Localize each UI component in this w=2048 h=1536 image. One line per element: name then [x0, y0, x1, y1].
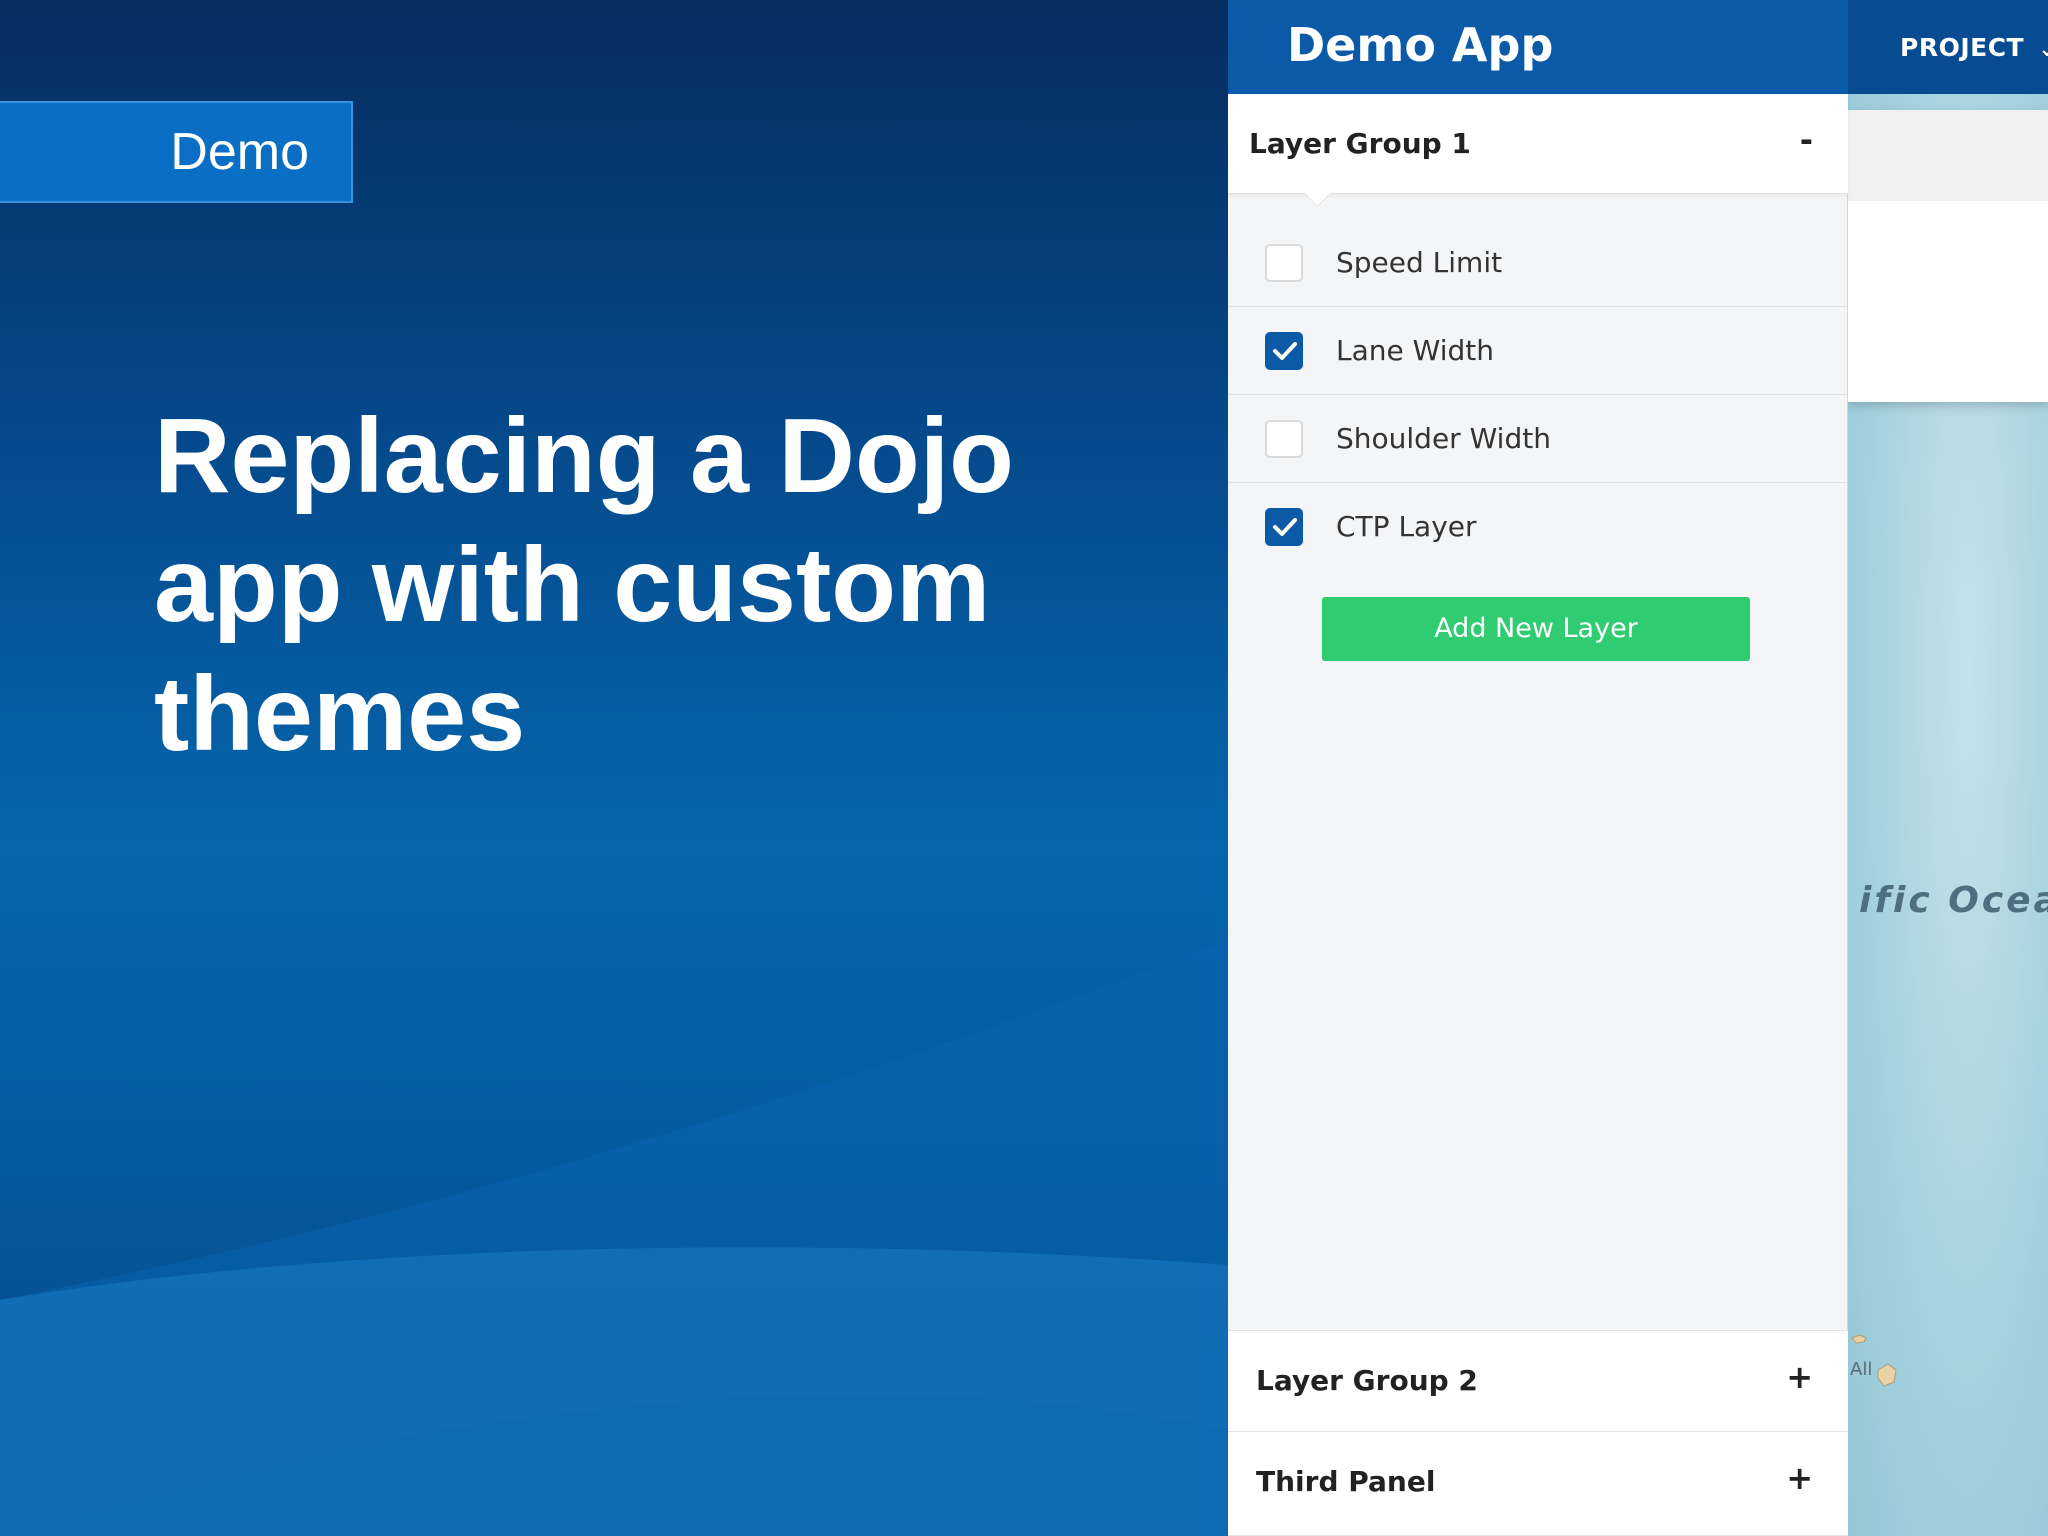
project-dropdown-menu: Ne Sa C: [1848, 110, 2048, 402]
layer-name: Lane Width: [1336, 334, 1494, 367]
dropdown-item-new[interactable]: Ne: [1848, 110, 2048, 201]
speed-limit-checkbox[interactable]: [1265, 244, 1303, 282]
layer-group-2-label: Layer Group 2: [1256, 1364, 1478, 1397]
caret-pointer: [1304, 180, 1331, 207]
layer-row-speed-limit[interactable]: Speed Limit: [1228, 219, 1848, 307]
slide-title: Replacing a Dojo app with custom themes: [154, 397, 1014, 773]
lane-width-checkbox[interactable]: [1265, 332, 1303, 370]
app-header: Demo App PROJECT ⌄: [1228, 0, 2048, 94]
dropdown-item-close[interactable]: C: [1848, 292, 2048, 383]
app-title: Demo App: [1287, 18, 1554, 72]
project-menu-button[interactable]: PROJECT ⌄: [1900, 28, 2048, 70]
third-panel-header[interactable]: Third Panel +: [1228, 1431, 1848, 1536]
project-menu-label: PROJECT: [1900, 33, 2025, 62]
expand-icon[interactable]: +: [1786, 1458, 1813, 1498]
map-ocean-label: ific Ocean: [1859, 880, 2048, 921]
layer-row-lane-width[interactable]: Lane Width: [1228, 307, 1848, 395]
layer-name: CTP Layer: [1336, 510, 1477, 543]
hawaii-islands-map-feature: All: [1850, 1334, 1897, 1387]
layer-group-1-label: Layer Group 1: [1249, 127, 1471, 160]
demo-tag: Demo: [0, 101, 353, 203]
collapse-icon[interactable]: -: [1800, 120, 1813, 160]
checkmark-icon: [1273, 342, 1297, 360]
expand-icon[interactable]: +: [1786, 1357, 1813, 1397]
layer-group-2-header[interactable]: Layer Group 2 +: [1228, 1330, 1848, 1432]
layer-sidebar: Layer Group 1 - Speed Limit Lane Width S…: [1228, 94, 1848, 1536]
map-small-label: All: [1850, 1359, 1872, 1380]
checkmark-icon: [1273, 518, 1297, 536]
third-panel-label: Third Panel: [1256, 1465, 1436, 1498]
app-screenshot: ific Ocean All Demo App PROJECT ⌄ Ne Sa C…: [1228, 0, 2048, 1536]
add-new-layer-button[interactable]: Add New Layer: [1322, 597, 1750, 661]
layer-name: Shoulder Width: [1336, 422, 1551, 455]
chevron-down-icon: ⌄: [2038, 37, 2048, 62]
layer-row-ctp-layer[interactable]: CTP Layer: [1228, 483, 1848, 571]
shoulder-width-checkbox[interactable]: [1265, 420, 1303, 458]
layer-group-1-header[interactable]: Layer Group 1 -: [1228, 94, 1848, 207]
dropdown-item-save[interactable]: Sa: [1848, 201, 2048, 292]
ctp-layer-checkbox[interactable]: [1265, 508, 1303, 546]
layer-name: Speed Limit: [1336, 246, 1503, 279]
layer-row-shoulder-width[interactable]: Shoulder Width: [1228, 395, 1848, 483]
